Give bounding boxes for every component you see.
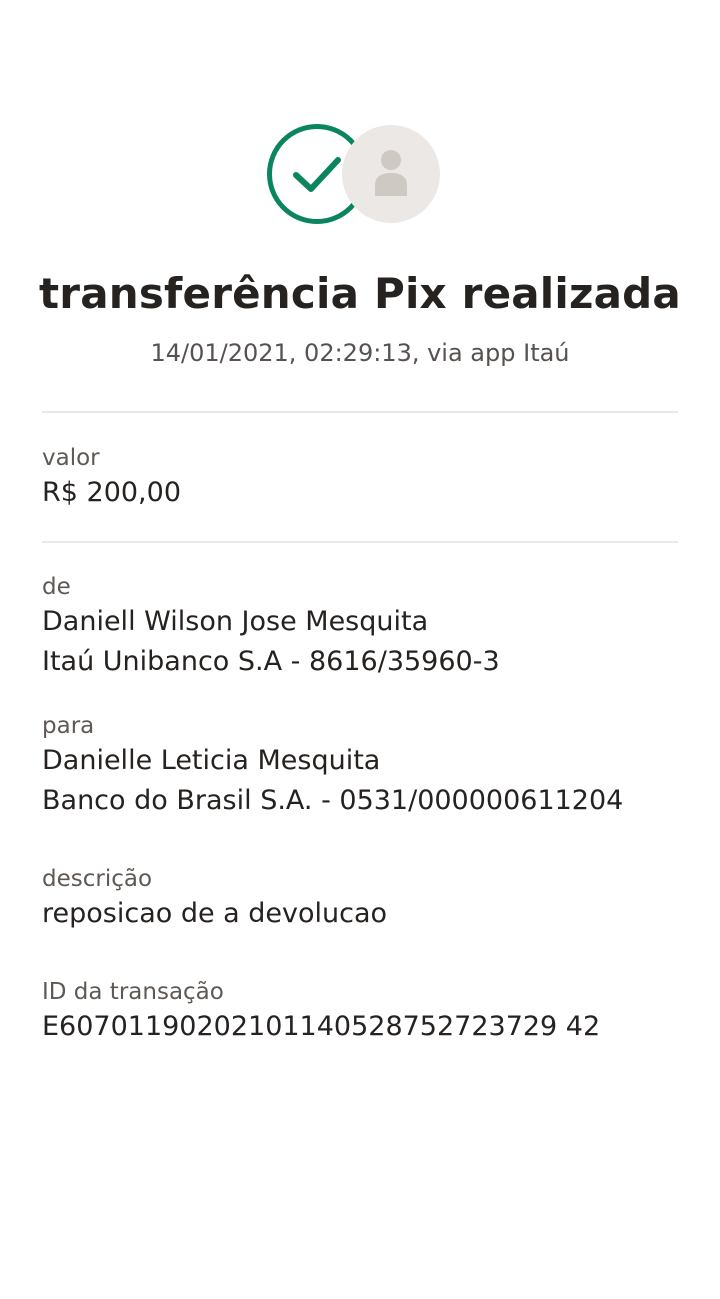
description-value: reposicao de a devolucao (42, 898, 388, 929)
sender-label: de (42, 574, 71, 600)
amount-label: valor (42, 445, 100, 471)
page-title: transferência Pix realizada (39, 269, 681, 318)
sender-name: Daniell Wilson Jose Mesquita (42, 606, 429, 637)
transaction-datetime: 14/01/2021, 02:29:13, via app Itaú (150, 339, 570, 367)
recipient-name: Danielle Leticia Mesquita (42, 745, 381, 776)
sender-account: Itaú Unibanco S.A - 8616/35960-3 (42, 646, 500, 677)
person-avatar-icon (342, 125, 440, 223)
divider (42, 411, 678, 413)
transaction-id-value[interactable]: E60701190202101140528752723729 42 (42, 1009, 600, 1045)
divider (42, 541, 678, 543)
recipient-account: Banco do Brasil S.A. - 0531/000000611204 (42, 785, 624, 816)
description-label: descrição (42, 866, 153, 892)
receipt-header-icons (0, 124, 720, 226)
transaction-id-label: ID da transação (42, 979, 224, 1005)
amount-value: R$ 200,00 (42, 477, 181, 508)
recipient-label: para (42, 713, 95, 739)
